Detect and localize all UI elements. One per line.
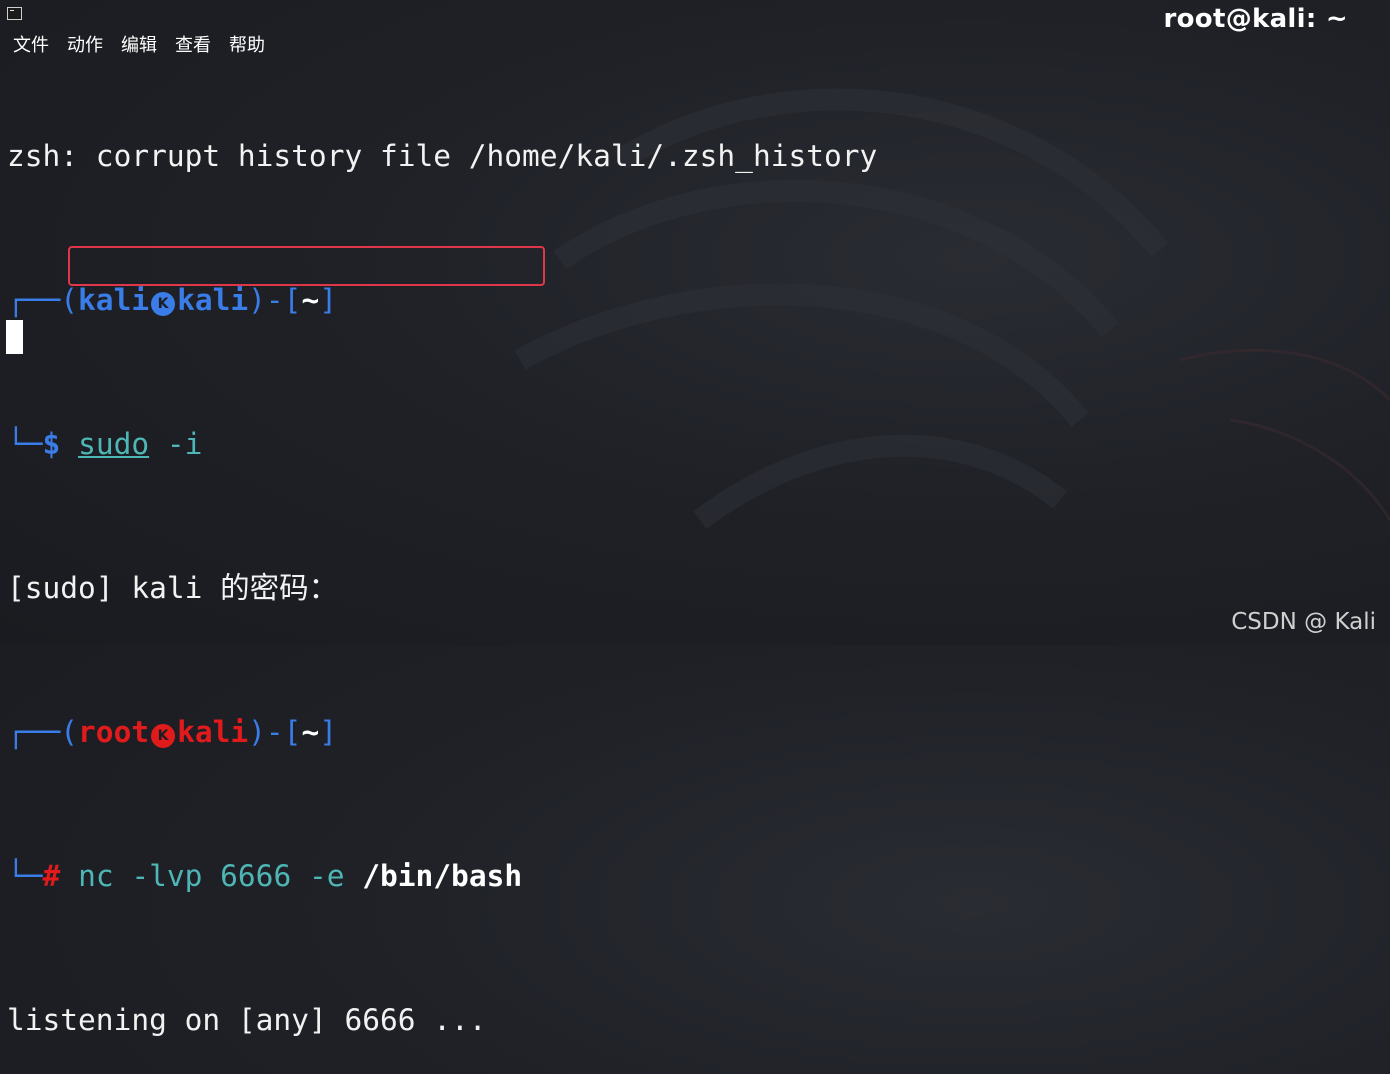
menu-file[interactable]: 文件 xyxy=(4,34,58,58)
prompt-directory: ~ xyxy=(301,283,320,317)
csdn-watermark: CSDN @ Kali xyxy=(1231,609,1376,635)
terminal-cursor xyxy=(6,320,23,354)
prompt-username: kali xyxy=(78,283,150,317)
menu-bar: 文件 动作 编辑 查看 帮助 xyxy=(4,34,274,58)
prompt-corner-bottom: └─ xyxy=(7,427,43,461)
prompt-command-root: └─# nc -lvp 6666 -e /bin/bash xyxy=(7,858,1390,894)
prompt-separator: )-[ xyxy=(248,715,302,749)
menu-edit[interactable]: 编辑 xyxy=(112,34,166,58)
prompt-header-root: ┌──(root Kkali)-[~] xyxy=(7,714,1390,750)
prompt-symbol: # xyxy=(42,859,61,893)
prompt-hostname: kali xyxy=(177,715,249,749)
menu-view[interactable]: 查看 xyxy=(166,34,220,58)
prompt-username: root xyxy=(78,715,150,749)
menu-help[interactable]: 帮助 xyxy=(220,34,274,58)
menu-action[interactable]: 动作 xyxy=(58,34,112,58)
command-name: nc xyxy=(78,859,114,893)
prompt-hostname: kali xyxy=(177,283,249,317)
kali-logo-icon: K xyxy=(151,292,176,316)
prompt-corner-top: ┌──( xyxy=(7,715,79,749)
history-warning-line: zsh: corrupt history file /home/kali/.zs… xyxy=(7,139,878,173)
sudo-password-prompt: [sudo] kali 的密码： xyxy=(7,571,339,605)
command-path: /bin/bash xyxy=(362,859,523,893)
window-title: root@kali: ~ xyxy=(1163,4,1348,34)
command-args: -lvp 6666 -e xyxy=(113,859,363,893)
kali-logo-icon: K xyxy=(151,724,176,748)
command-name: sudo xyxy=(78,427,150,461)
prompt-corner-bottom: └─ xyxy=(7,859,43,893)
prompt-bracket-close: ] xyxy=(319,283,337,317)
prompt-separator: )-[ xyxy=(248,283,302,317)
prompt-directory: ~ xyxy=(301,715,320,749)
prompt-corner-top: ┌──( xyxy=(7,283,79,317)
netcat-output-line: listening on [any] 6666 ... xyxy=(7,1003,487,1037)
prompt-command-user: └─$ sudo -i xyxy=(7,426,1390,462)
command-args: -i xyxy=(149,427,203,461)
prompt-header-user: ┌──(kali Kkali)-[~] xyxy=(7,282,1390,318)
prompt-symbol: $ xyxy=(42,427,61,461)
terminal-output[interactable]: zsh: corrupt history file /home/kali/.zs… xyxy=(7,66,1390,1074)
command-highlight-box xyxy=(68,246,545,286)
title-bar: root@kali: ~ xyxy=(0,0,1390,34)
terminal-icon[interactable] xyxy=(7,7,22,20)
prompt-bracket-close: ] xyxy=(319,715,337,749)
